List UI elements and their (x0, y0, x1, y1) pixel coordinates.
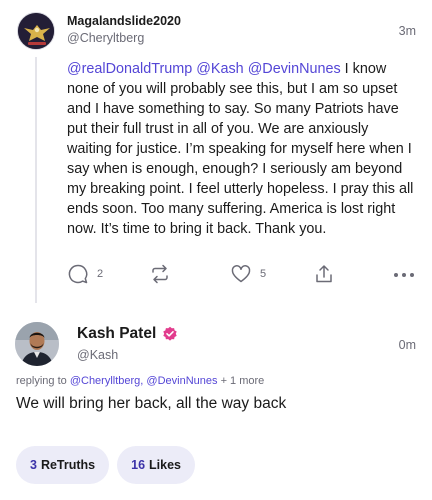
thread-connector-line (35, 57, 37, 303)
author-name[interactable]: Magalandslide2020 (67, 14, 181, 28)
post-timestamp: 3m (398, 24, 416, 38)
reply-text: We will bring her back, all the way back (16, 395, 287, 412)
author-handle[interactable]: @Cheryltberg (67, 31, 144, 45)
author-avatar[interactable] (17, 12, 55, 50)
retruth-button[interactable] (149, 262, 171, 286)
post-text: @realDonaldTrump @Kash @DevinNunes I kno… (67, 59, 417, 239)
more-options-icon (394, 273, 414, 277)
replying-prefix: replying to (16, 375, 67, 387)
reply-author-name[interactable]: Kash Patel (77, 325, 156, 343)
retruths-label: ReTruths (40, 458, 96, 472)
reply-author-avatar[interactable] (15, 322, 59, 366)
mention-link[interactable]: @realDonaldTrump (67, 61, 192, 77)
retruths-pill[interactable]: 3 ReTruths (16, 446, 110, 484)
comment-icon (68, 264, 88, 284)
reply-count: 2 (97, 268, 104, 280)
like-button[interactable]: 5 (230, 262, 266, 286)
mention-link[interactable]: @Kash (196, 61, 243, 77)
likes-count: 16 (131, 458, 146, 472)
replying-mention[interactable]: @DevinNunes (146, 375, 217, 387)
replying-to-line: replying to @Cherylltberg, @DevinNunes +… (16, 375, 264, 387)
retruth-icon (152, 264, 168, 284)
likes-pill[interactable]: 16 Likes (117, 446, 196, 484)
original-post: Magalandslide2020 @Cheryltberg 3m @realD… (0, 0, 432, 310)
reply-timestamp: 0m (398, 338, 416, 352)
replying-mention[interactable]: @Cherylltberg, (70, 375, 144, 387)
post-body-text: I know none of you will probably see thi… (67, 61, 414, 237)
retruths-count: 3 (30, 458, 37, 472)
replying-more[interactable]: + 1 more (221, 375, 265, 387)
reply-author-name-row[interactable]: Kash Patel (77, 325, 178, 343)
eagle-logo-icon (18, 13, 54, 49)
share-icon (316, 265, 332, 283)
verified-badge-icon (163, 326, 177, 341)
post-actions-bar: 2 5 (67, 262, 417, 288)
likes-label: Likes (149, 458, 182, 472)
profile-photo-icon (15, 322, 59, 366)
reply-author-handle[interactable]: @Kash (77, 348, 118, 362)
heart-icon (231, 265, 251, 283)
reply-button[interactable]: 2 (67, 262, 103, 286)
share-button[interactable] (313, 262, 335, 286)
mention-link[interactable]: @DevinNunes (248, 61, 341, 77)
more-options-button[interactable] (391, 262, 417, 286)
like-count: 5 (260, 268, 267, 280)
reply-stats: 3 ReTruths 16 Likes (16, 446, 196, 484)
